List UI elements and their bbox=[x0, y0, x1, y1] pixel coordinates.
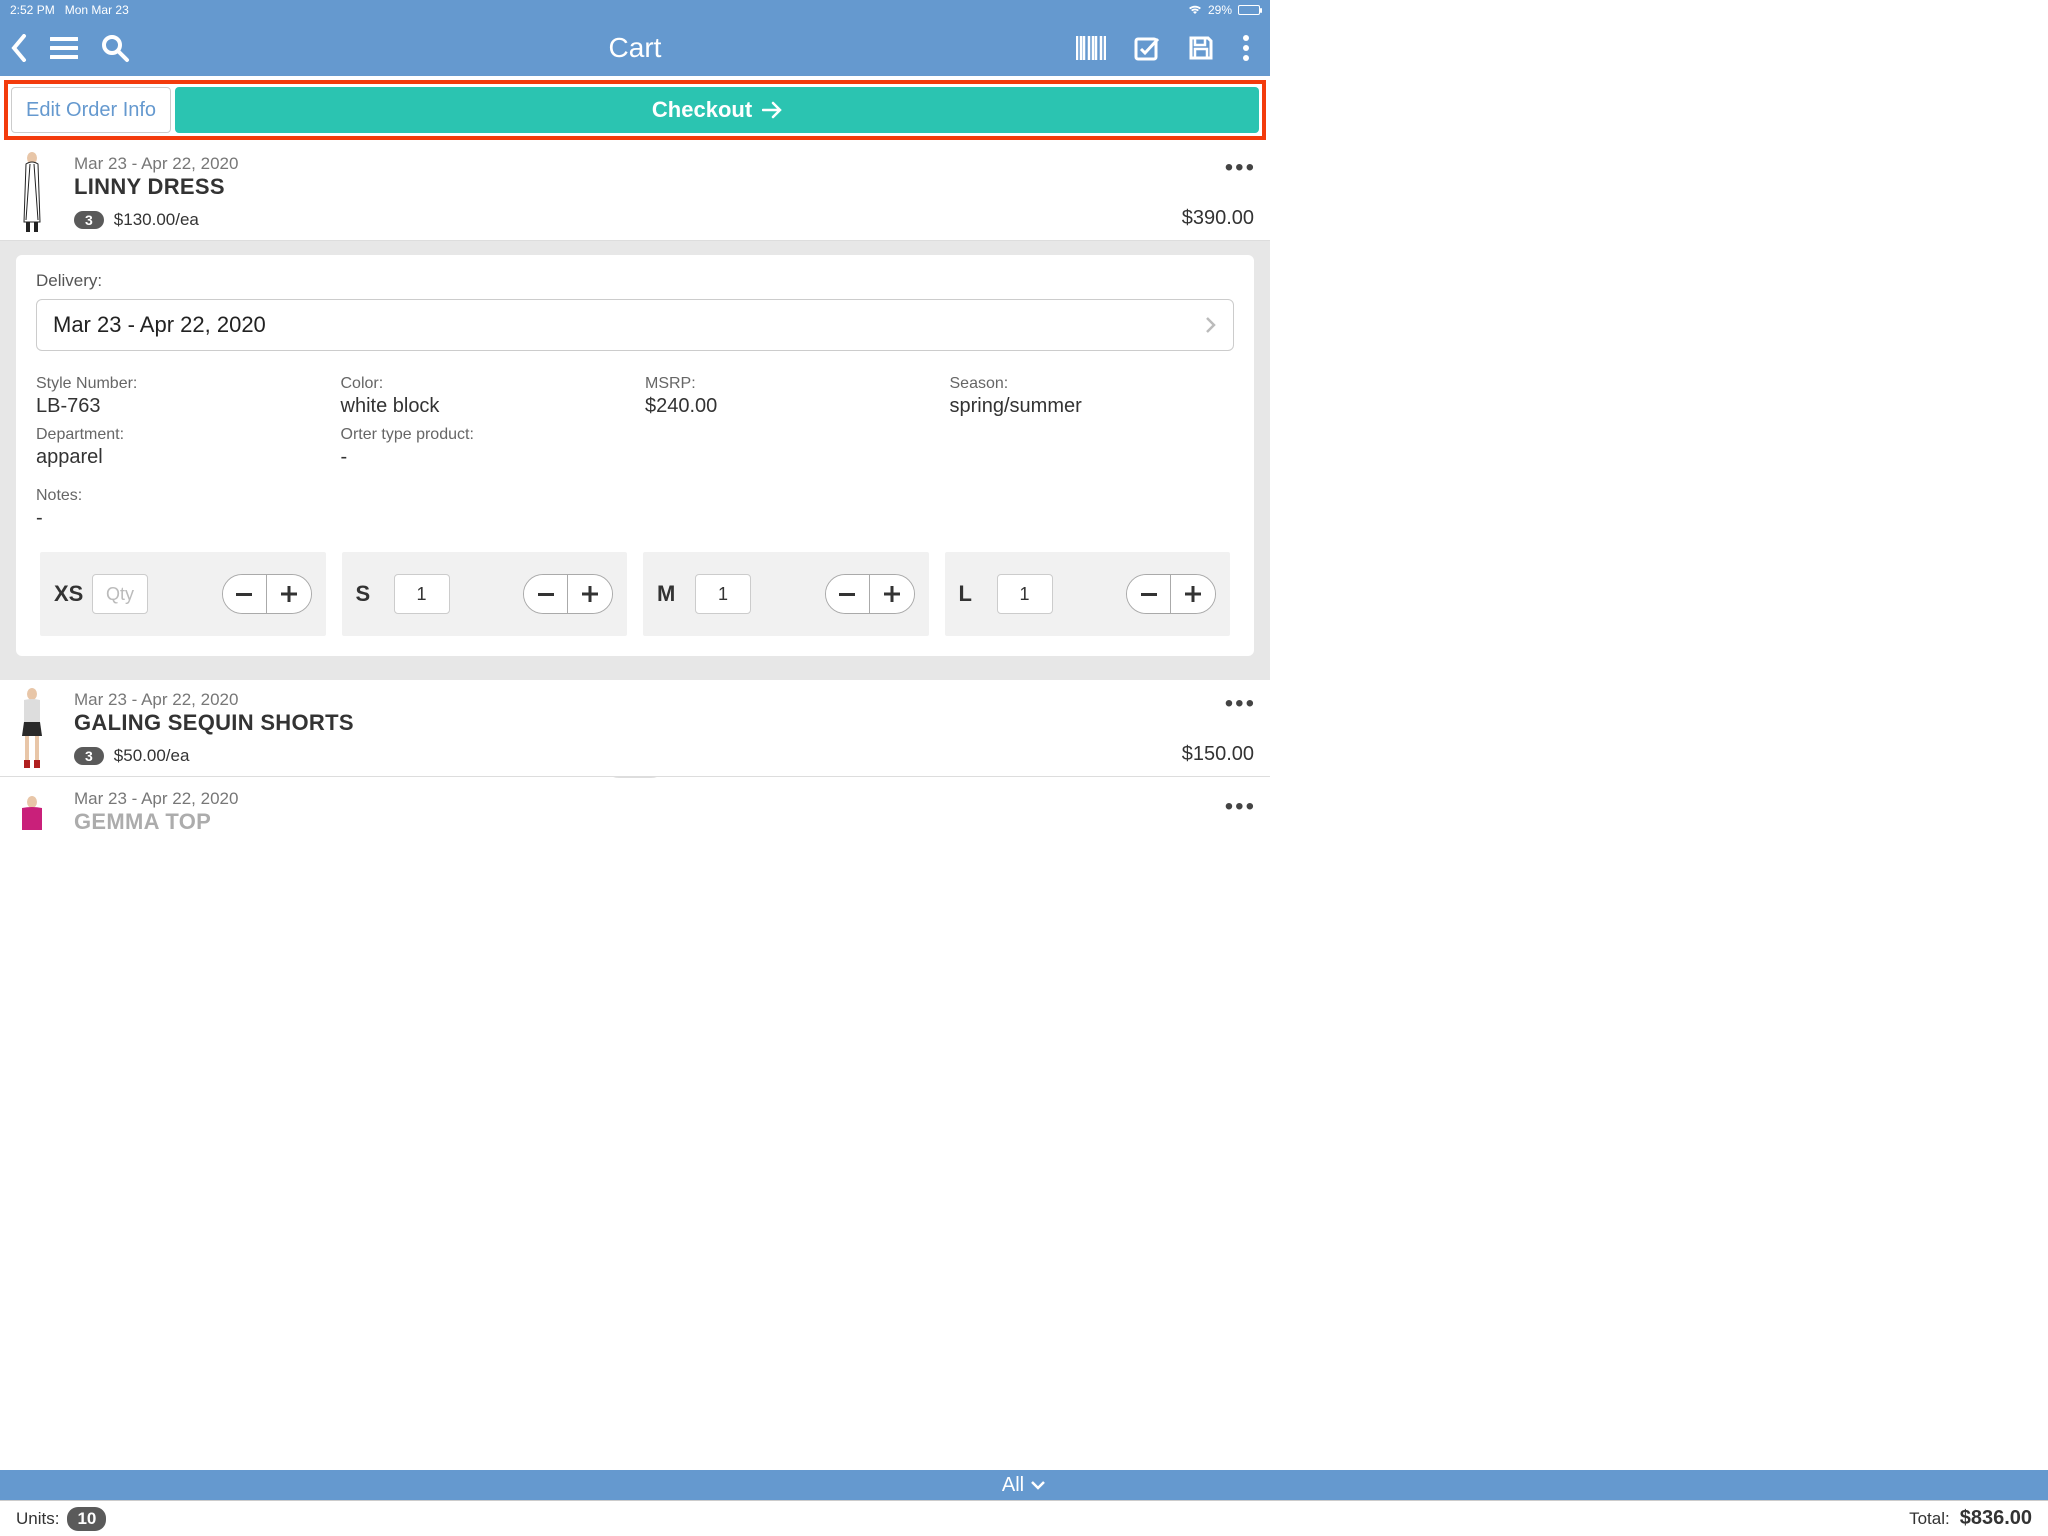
qty-stepper bbox=[222, 574, 312, 614]
msrp-label: MSRP: bbox=[645, 375, 930, 393]
size-box-l: L 1 bbox=[945, 552, 1231, 636]
plus-button[interactable] bbox=[267, 575, 311, 613]
product-total: $390.00 bbox=[1182, 207, 1254, 230]
product-more-icon[interactable]: ••• bbox=[1225, 690, 1256, 718]
wifi-icon bbox=[1188, 5, 1202, 15]
delivery-select[interactable]: Mar 23 - Apr 22, 2020 bbox=[36, 299, 1234, 351]
search-icon[interactable] bbox=[100, 33, 130, 63]
filter-bar[interactable]: All bbox=[0, 1470, 2048, 1500]
units-badge: 10 bbox=[67, 1507, 106, 1531]
product-name: GALING SEQUIN SHORTS bbox=[74, 710, 1256, 736]
minus-button[interactable] bbox=[524, 575, 568, 613]
edit-order-button[interactable]: Edit Order Info bbox=[11, 87, 171, 133]
department-value: apparel bbox=[36, 446, 321, 469]
minus-button[interactable] bbox=[1127, 575, 1171, 613]
product-thumbnail bbox=[6, 789, 58, 835]
battery-icon bbox=[1238, 5, 1260, 15]
status-time: 2:52 PM bbox=[10, 3, 55, 17]
style-number-label: Style Number: bbox=[36, 375, 321, 393]
checkout-label: Checkout bbox=[652, 97, 752, 123]
status-bar: 2:52 PM Mon Mar 23 29% bbox=[0, 0, 1270, 20]
product-thumbnail bbox=[6, 686, 58, 770]
product-details-panel: Delivery: Mar 23 - Apr 22, 2020 Style Nu… bbox=[0, 241, 1270, 680]
plus-button[interactable] bbox=[568, 575, 612, 613]
color-label: Color: bbox=[341, 375, 626, 393]
product-dates: Mar 23 - Apr 22, 2020 bbox=[74, 789, 1256, 809]
footer-bar: Units: 10 Total: $836.00 bbox=[0, 1500, 2048, 1536]
order-type-value: - bbox=[341, 446, 626, 469]
units-label: Units: bbox=[16, 1509, 59, 1529]
msrp-value: $240.00 bbox=[645, 395, 930, 418]
minus-button[interactable] bbox=[223, 575, 267, 613]
size-box-s: S 1 bbox=[342, 552, 628, 636]
checkout-button[interactable]: Checkout bbox=[175, 87, 1259, 133]
total-label: Total: bbox=[1909, 1509, 1950, 1529]
size-label: XS bbox=[54, 581, 80, 607]
notes-label: Notes: bbox=[36, 487, 1234, 505]
barcode-icon[interactable] bbox=[1076, 36, 1106, 60]
department-label: Department: bbox=[36, 426, 321, 444]
more-icon[interactable] bbox=[1242, 34, 1250, 62]
season-label: Season: bbox=[950, 375, 1235, 393]
product-row[interactable]: Mar 23 - Apr 22, 2020 GEMMA TOP ••• bbox=[0, 783, 1270, 835]
product-name: GEMMA TOP bbox=[74, 809, 1256, 835]
size-box-m: M 1 bbox=[643, 552, 929, 636]
product-more-icon[interactable]: ••• bbox=[1225, 154, 1256, 182]
total-amount: $836.00 bbox=[1960, 1507, 2032, 1530]
product-name: LINNY DRESS bbox=[74, 174, 1256, 200]
app-header: Cart bbox=[0, 20, 1270, 76]
delivery-label: Delivery: bbox=[36, 271, 1234, 291]
battery-percent: 29% bbox=[1208, 3, 1232, 17]
delivery-value: Mar 23 - Apr 22, 2020 bbox=[53, 312, 266, 338]
action-row-highlight: Edit Order Info Checkout bbox=[4, 80, 1266, 140]
chevron-down-icon bbox=[1030, 1480, 1046, 1490]
price-each: $130.00/ea bbox=[114, 210, 199, 230]
product-row[interactable]: Mar 23 - Apr 22, 2020 LINNY DRESS 3 $130… bbox=[0, 144, 1270, 241]
size-label: S bbox=[356, 581, 382, 607]
qty-stepper bbox=[825, 574, 915, 614]
qty-input[interactable]: Qty bbox=[92, 574, 148, 614]
size-box-xs: XS Qty bbox=[40, 552, 326, 636]
filter-label: All bbox=[1002, 1474, 1024, 1497]
size-label: L bbox=[959, 581, 985, 607]
arrow-right-icon bbox=[762, 101, 782, 119]
notes-value: - bbox=[36, 507, 1234, 530]
qty-input[interactable]: 1 bbox=[997, 574, 1053, 614]
minus-button[interactable] bbox=[826, 575, 870, 613]
qty-stepper bbox=[523, 574, 613, 614]
color-value: white block bbox=[341, 395, 626, 418]
qty-input[interactable]: 1 bbox=[394, 574, 450, 614]
plus-button[interactable] bbox=[1171, 575, 1215, 613]
product-more-icon[interactable]: ••• bbox=[1225, 793, 1256, 821]
price-each: $50.00/ea bbox=[114, 746, 190, 766]
qty-badge: 3 bbox=[74, 211, 104, 229]
qty-badge: 3 bbox=[74, 747, 104, 765]
product-total: $150.00 bbox=[1182, 743, 1254, 766]
product-row[interactable]: Mar 23 - Apr 22, 2020 GALING SEQUIN SHOR… bbox=[0, 680, 1270, 777]
qty-stepper bbox=[1126, 574, 1216, 614]
season-value: spring/summer bbox=[950, 395, 1235, 418]
chevron-right-icon bbox=[1205, 316, 1217, 334]
product-thumbnail bbox=[6, 150, 58, 234]
menu-icon[interactable] bbox=[50, 37, 78, 59]
product-dates: Mar 23 - Apr 22, 2020 bbox=[74, 690, 1256, 710]
save-icon[interactable] bbox=[1188, 35, 1214, 61]
order-type-label: Orter type product: bbox=[341, 426, 626, 444]
status-date: Mon Mar 23 bbox=[65, 3, 129, 17]
size-label: M bbox=[657, 581, 683, 607]
style-number-value: LB-763 bbox=[36, 395, 321, 418]
qty-input[interactable]: 1 bbox=[695, 574, 751, 614]
back-icon[interactable] bbox=[10, 34, 28, 62]
checkbox-icon[interactable] bbox=[1134, 35, 1160, 61]
product-dates: Mar 23 - Apr 22, 2020 bbox=[74, 154, 1256, 174]
plus-button[interactable] bbox=[870, 575, 914, 613]
